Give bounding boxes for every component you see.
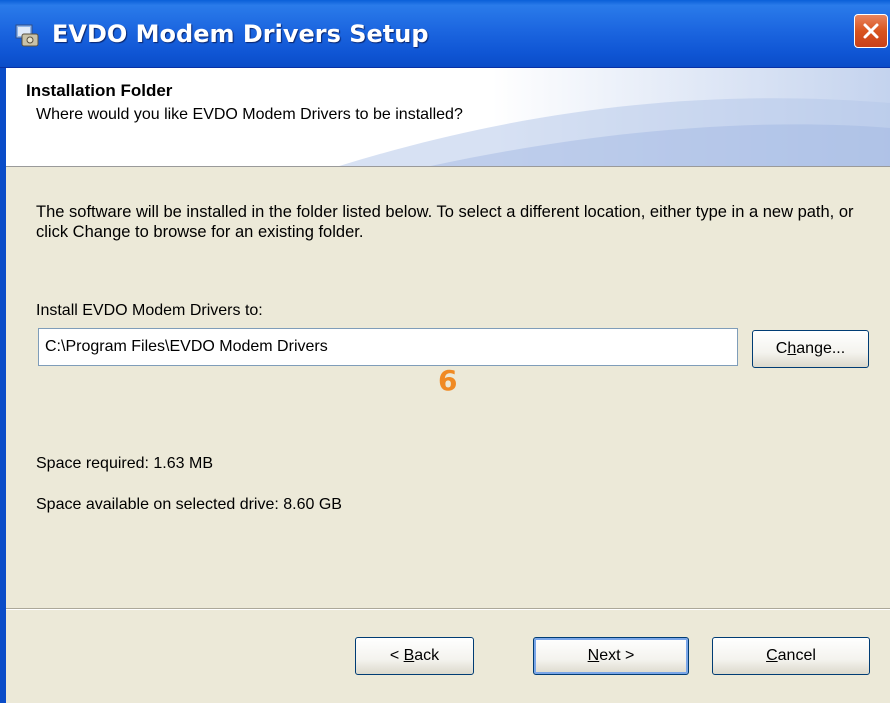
step-marker: 6 — [438, 364, 458, 397]
footer-separator — [6, 608, 890, 610]
change-button[interactable]: Change... — [752, 330, 869, 368]
install-description: The software will be installed in the fo… — [36, 203, 854, 241]
wizard-header: Installation Folder Where would you like… — [6, 68, 890, 167]
window-title: EVDO Modem Drivers Setup — [52, 20, 429, 48]
back-button[interactable]: < Back — [355, 637, 474, 675]
header-title: Installation Folder — [26, 81, 173, 100]
next-button[interactable]: Next > — [533, 637, 689, 675]
cancel-button[interactable]: Cancel — [712, 637, 870, 675]
install-path-label: Install EVDO Modem Drivers to: — [36, 302, 263, 319]
header-subtitle: Where would you like EVDO Modem Drivers … — [36, 106, 463, 123]
space-available: Space available on selected drive: 8.60 … — [36, 496, 342, 513]
next-button-label: Next > — [587, 647, 635, 664]
setup-app-icon — [15, 24, 39, 47]
close-button[interactable] — [854, 14, 888, 48]
change-button-label: Change... — [775, 340, 846, 357]
cancel-button-label: Cancel — [766, 647, 816, 664]
back-button-label: < Back — [389, 647, 440, 664]
title-bar[interactable]: EVDO Modem Drivers Setup — [0, 0, 890, 68]
install-path-input[interactable] — [38, 328, 738, 366]
close-x-icon — [863, 23, 879, 39]
space-required: Space required: 1.63 MB — [36, 455, 213, 472]
